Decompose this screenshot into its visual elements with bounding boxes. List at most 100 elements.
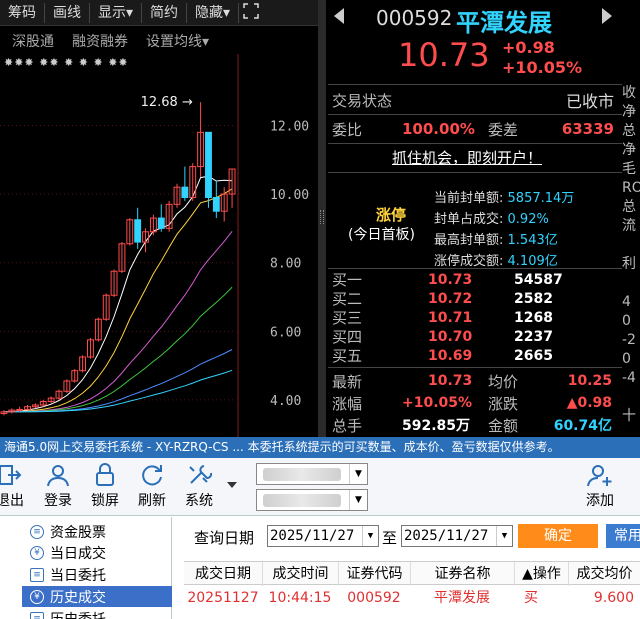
side-info-label: -2 xyxy=(622,332,636,348)
candle-body xyxy=(205,131,212,198)
refresh-icon xyxy=(142,465,162,486)
change-pct: +10.05% xyxy=(502,58,583,77)
lock-button[interactable]: 锁屏 xyxy=(83,462,127,510)
chevron-down-icon: ▼ xyxy=(496,526,512,546)
side-info-label xyxy=(622,236,640,255)
doc-icon: ≡ xyxy=(30,611,44,619)
login-button[interactable]: 登录 xyxy=(36,462,80,510)
last-price: 10.73 xyxy=(398,36,490,74)
tree-item-history-trades[interactable]: ¥ 历史成交 xyxy=(22,586,172,607)
candle-body xyxy=(181,186,189,198)
common-button[interactable]: 常用 xyxy=(606,524,640,548)
yen-icon: ¥ xyxy=(30,545,44,560)
sz-connect-link[interactable]: 深股通 xyxy=(12,31,54,51)
cell-time: 10:44:15 xyxy=(268,590,332,606)
pct-label: 涨幅 xyxy=(332,394,363,413)
yen-icon: ¥ xyxy=(30,589,44,604)
system-dropdown-icon[interactable] xyxy=(227,482,237,488)
chips-button[interactable]: 筹码 xyxy=(0,2,45,23)
side-info-label: 0 xyxy=(622,351,631,367)
y-tick-label: 10.00 xyxy=(270,188,309,203)
chg-value: ▲0.98 xyxy=(566,395,612,411)
side-info-label: 毛 xyxy=(622,161,636,177)
amount-label: 金额 xyxy=(488,416,519,435)
market-select[interactable]: ▼ xyxy=(256,489,368,511)
tree-item-funds[interactable]: ≡ 资金股票 xyxy=(30,521,170,542)
doc-icon: ≡ xyxy=(30,567,44,582)
y-tick-label: 8.00 xyxy=(270,257,301,272)
side-info-label: 净 xyxy=(622,104,636,120)
col-code[interactable]: 证券代码 xyxy=(338,562,410,586)
tree-item-history-orders[interactable]: ≡历史委托 xyxy=(30,608,170,619)
status-label: 交易状态 xyxy=(332,91,393,110)
query-date-label: 查询日期 xyxy=(194,529,255,547)
amount-value: 60.74亿 xyxy=(553,418,612,434)
bid-row[interactable]: 买一 10.73 54587 xyxy=(326,270,622,289)
login-label: 登录 xyxy=(44,493,72,509)
weibi-value: 100.00% xyxy=(402,120,475,138)
prev-stock-icon[interactable] xyxy=(334,8,344,24)
bid-row[interactable]: 买四 10.70 2237 xyxy=(326,327,622,346)
exit-icon xyxy=(0,465,22,485)
next-stock-icon[interactable] xyxy=(602,8,612,24)
open-account-link[interactable]: 抓住机会，即刻开户！ xyxy=(392,147,542,168)
ma-line-20 xyxy=(3,230,233,413)
tree-item-today-trades[interactable]: ¥ 当日成交 xyxy=(30,542,170,563)
user-icon xyxy=(47,465,69,487)
side-info-strip: 收净总净毛 RO 总流利 4 0 -2 0 -4 十 xyxy=(622,84,640,434)
cell-action: 买 xyxy=(524,590,538,606)
confirm-button[interactable]: 确定 xyxy=(518,524,598,548)
fullscreen-icon[interactable] xyxy=(239,2,263,23)
chg-label: 涨跌 xyxy=(488,394,519,413)
hide-menu[interactable]: 隐藏▾ xyxy=(187,2,240,23)
avg-value: 10.25 xyxy=(567,373,612,389)
col-avg-price[interactable]: 成交均价 xyxy=(568,562,640,586)
simple-button[interactable]: 简约 xyxy=(142,2,188,23)
col-time[interactable]: 成交时间 xyxy=(262,562,338,586)
high-price-label: 12.68 → xyxy=(141,95,193,110)
draw-button[interactable]: 画线 xyxy=(45,2,90,23)
app-toolbar: 退出 登录 锁屏 刷新 系统 ▼ ▼ 添加 xyxy=(0,458,640,516)
add-user-icon xyxy=(587,465,612,487)
add-button[interactable]: 添加 xyxy=(578,462,622,510)
stock-code: 000592 xyxy=(376,6,453,30)
to-label: 至 xyxy=(382,529,398,547)
chart-subbar: 深股通 融资融券 设置均线▾ xyxy=(0,28,326,54)
pct-row: 涨幅 +10.05% 涨跌 ▲0.98 xyxy=(326,392,622,414)
col-action[interactable]: ▲操作 xyxy=(514,562,568,586)
status-row: 交易状态 已收市 xyxy=(326,88,622,112)
bid-row[interactable]: 买五 10.69 2665 xyxy=(326,346,622,365)
bid-row[interactable]: 买三 10.71 1268 xyxy=(326,308,622,327)
system-label: 系统 xyxy=(185,493,213,509)
kline-chart[interactable]: 12.00 10.00 8.00 6.00 4.00 12.68 → xyxy=(0,54,318,437)
col-date[interactable]: 成交日期 xyxy=(184,562,262,586)
tree-item-today-orders[interactable]: ≡ 当日委托 xyxy=(30,564,170,585)
y-tick-label: 12.00 xyxy=(270,119,309,134)
bid-row[interactable]: 买二 10.72 2582 xyxy=(326,289,622,308)
splitter[interactable] xyxy=(318,0,326,437)
col-name[interactable]: 证券名称 xyxy=(410,562,514,586)
change-value: +0.98 xyxy=(502,38,555,57)
refresh-button[interactable]: 刷新 xyxy=(130,462,174,510)
limit-up-subtitle: (今日首板) xyxy=(348,227,415,243)
ma-settings-link[interactable]: 设置均线▾ xyxy=(146,31,209,51)
lock-icon xyxy=(96,463,114,486)
date-to-field[interactable]: 2025/11/27 ▼ xyxy=(401,525,513,547)
latest-row: 最新 10.73 均价 10.25 xyxy=(326,370,622,392)
latest-label: 最新 xyxy=(332,372,363,391)
system-button[interactable]: 系统 xyxy=(177,462,221,510)
pct-value: +10.05% xyxy=(402,395,473,411)
account-select[interactable]: ▼ xyxy=(256,463,368,485)
date-from-field[interactable]: 2025/11/27 ▼ xyxy=(267,525,379,547)
exit-button[interactable]: 退出 xyxy=(0,462,32,510)
ma-line-10 xyxy=(3,188,233,413)
table-row[interactable]: 20251127 10:44:15 000592 平潭发展 买 9.600 xyxy=(184,585,640,611)
cell-date: 20251127 xyxy=(187,590,259,606)
margin-link[interactable]: 融资融券 xyxy=(72,31,128,51)
weibi-label: 委比 xyxy=(332,120,363,139)
display-menu[interactable]: 显示▾ xyxy=(90,2,143,23)
volume-row: 总手 592.85万 金额 60.74亿 xyxy=(326,414,622,436)
add-label: 添加 xyxy=(586,493,614,509)
limit-up-title: 涨停 xyxy=(376,206,407,224)
refresh-label: 刷新 xyxy=(138,493,166,509)
